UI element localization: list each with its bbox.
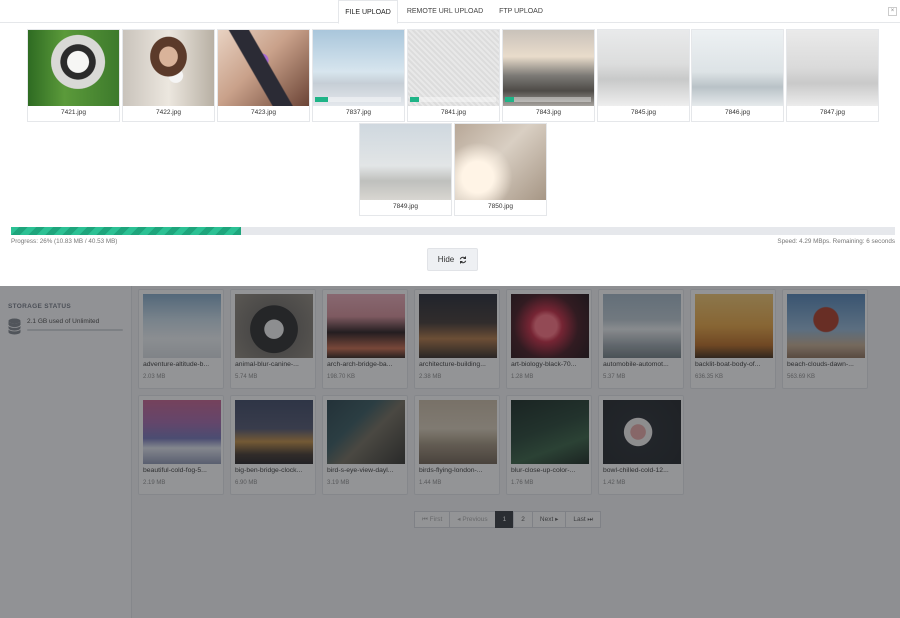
tab-file-upload[interactable]: FILE UPLOAD <box>338 0 398 24</box>
upload-progress-bar <box>410 97 496 102</box>
upload-thumbnail <box>455 124 546 200</box>
upload-item: 7846.jpg <box>691 29 784 122</box>
upload-thumbnail <box>313 30 404 106</box>
upload-progress-fill <box>315 97 328 102</box>
overall-progress-fill <box>11 227 241 235</box>
upload-item: 7423.jpg <box>217 29 310 122</box>
upload-filename: 7843.jpg <box>536 109 561 116</box>
upload-panel: FILE UPLOAD REMOTE URL UPLOAD FTP UPLOAD… <box>0 0 900 286</box>
tab-ftp-upload[interactable]: FTP UPLOAD <box>492 0 550 24</box>
upload-item: 7847.jpg <box>786 29 879 122</box>
upload-item: 7421.jpg <box>27 29 120 122</box>
close-icon[interactable]: × <box>888 7 897 16</box>
overall-progress-bar <box>11 227 895 235</box>
upload-thumbnail <box>503 30 594 106</box>
upload-item: 7422.jpg <box>122 29 215 122</box>
upload-item: 7843.jpg <box>502 29 595 122</box>
speed-text: Speed: 4.29 MBps. Remaining: 6 seconds <box>777 238 895 245</box>
upload-item: 7837.jpg <box>312 29 405 122</box>
upload-filename: 7422.jpg <box>156 109 181 116</box>
hide-button[interactable]: Hide <box>427 248 478 271</box>
upload-filename: 7423.jpg <box>251 109 276 116</box>
upload-filename: 7846.jpg <box>725 109 750 116</box>
upload-thumbnail <box>692 30 783 106</box>
upload-progress-fill <box>410 97 419 102</box>
upload-filename: 7850.jpg <box>488 203 513 210</box>
upload-item: 7850.jpg <box>454 123 547 216</box>
upload-thumbnail <box>123 30 214 106</box>
upload-progress-fill <box>505 97 514 102</box>
upload-filename: 7841.jpg <box>441 109 466 116</box>
upload-thumbnail <box>598 30 689 106</box>
upload-filename: 7847.jpg <box>820 109 845 116</box>
tab-remote-url-upload[interactable]: REMOTE URL UPLOAD <box>405 0 485 24</box>
upload-tabs: FILE UPLOAD REMOTE URL UPLOAD FTP UPLOAD… <box>0 0 900 24</box>
upload-filename: 7849.jpg <box>393 203 418 210</box>
upload-thumbnail <box>408 30 499 106</box>
progress-text: Progress: 26% (10.83 MB / 40.53 MB) <box>11 238 118 245</box>
hide-button-label: Hide <box>437 255 455 264</box>
upload-filename: 7837.jpg <box>346 109 371 116</box>
upload-filename: 7845.jpg <box>631 109 656 116</box>
upload-thumbnail <box>787 30 878 106</box>
upload-progress-bar <box>505 97 591 102</box>
upload-thumbnail <box>360 124 451 200</box>
refresh-icon <box>459 256 467 263</box>
upload-item: 7849.jpg <box>359 123 452 216</box>
upload-progress-bar <box>315 97 401 102</box>
upload-thumbnail <box>28 30 119 106</box>
upload-item: 7841.jpg <box>407 29 500 122</box>
upload-item: 7845.jpg <box>597 29 690 122</box>
upload-filename: 7421.jpg <box>61 109 86 116</box>
upload-thumbnail <box>218 30 309 106</box>
